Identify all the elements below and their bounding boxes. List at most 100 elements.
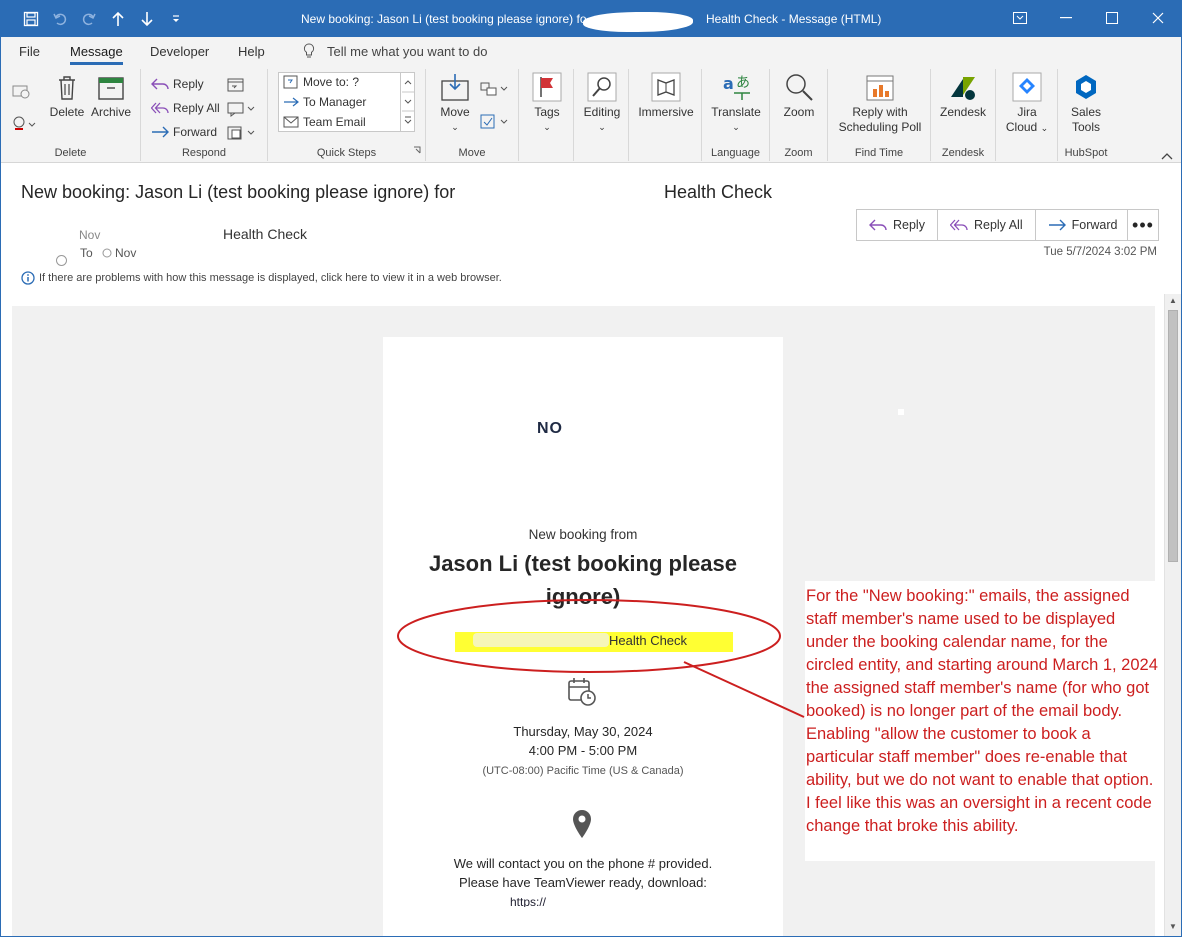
quick-step-move-to[interactable]: Move to: ?: [283, 75, 359, 89]
cleanup-icon[interactable]: [12, 115, 36, 133]
zendesk-button[interactable]: Zendesk: [937, 71, 989, 120]
undo-icon[interactable]: [49, 8, 71, 30]
search-icon: [587, 72, 617, 102]
quick-step-team-email[interactable]: Team Email: [283, 115, 366, 129]
jira-cloud-label: Cloud: [1005, 120, 1038, 134]
tab-developer[interactable]: Developer: [150, 44, 209, 59]
window-title-suffix: Health Check - Message (HTML): [706, 12, 882, 26]
immersive-label: Immersive: [638, 105, 694, 119]
reply-all-arrow-icon: [949, 219, 968, 231]
translate-button[interactable]: aあ Translate ⌄: [710, 71, 762, 135]
ignore-icon[interactable]: [12, 83, 30, 99]
rules-icon[interactable]: [480, 81, 510, 97]
move-button[interactable]: Move ⌄: [438, 71, 472, 135]
actions-icon[interactable]: [480, 114, 510, 130]
calendar-name: Health Check: [609, 633, 688, 648]
scrollbar-thumb[interactable]: [1168, 310, 1178, 562]
editing-group: Editing ⌄: [574, 69, 629, 161]
tab-message[interactable]: Message: [70, 44, 123, 65]
zoom-button[interactable]: Zoom: [780, 71, 818, 120]
save-icon[interactable]: [20, 8, 42, 30]
outlook-message-window: New booking: Jason Li (test booking plea…: [0, 0, 1182, 937]
lightbulb-icon: [303, 43, 315, 58]
forward-button-label: Forward: [1071, 218, 1118, 232]
to-recipient[interactable]: Nov: [102, 246, 136, 260]
hubspot-logo-icon: [1076, 75, 1096, 99]
forward-icon: [152, 126, 169, 138]
collapse-ribbon-icon[interactable]: [1161, 149, 1173, 163]
svg-text:a: a: [723, 74, 734, 93]
new-booking-from: New booking from: [528, 527, 638, 542]
editing-button[interactable]: Editing ⌄: [582, 71, 622, 135]
zendesk-group-label: Zendesk: [941, 147, 985, 159]
sender-name-faded: Nov: [79, 228, 101, 242]
hubspot-group: Sales Tools HubSpot: [1058, 69, 1114, 161]
quick-steps-launcher-icon[interactable]: [413, 143, 421, 157]
move-to-folder-icon: [283, 75, 298, 89]
minimize-icon[interactable]: [1043, 1, 1089, 35]
move-group: Move ⌄ Move: [426, 69, 519, 161]
sales-tools-button[interactable]: Sales Tools: [1064, 71, 1108, 135]
zendesk-group: Zendesk Zendesk: [931, 69, 996, 161]
download-link[interactable]: https://: [510, 895, 658, 907]
move-folder-icon: [441, 74, 469, 101]
booking-timezone: (UTC-08:00) Pacific Time (US & Canada): [482, 765, 684, 777]
tab-file[interactable]: File: [19, 44, 40, 59]
immersive-reader-button[interactable]: Immersive: [637, 71, 695, 120]
more-actions-button[interactable]: •••: [1127, 209, 1159, 241]
close-icon[interactable]: [1135, 1, 1181, 35]
location-pin-icon: [571, 809, 593, 842]
tell-me-text: Tell me what you want to do: [327, 43, 488, 59]
reply-button[interactable]: Reply: [856, 209, 938, 241]
reply-with-scheduling-poll-button[interactable]: Reply with Scheduling Poll: [834, 71, 926, 135]
archive-button[interactable]: Archive: [89, 71, 133, 120]
find-time-group: Reply with Scheduling Poll Find Time: [828, 69, 931, 161]
tell-me-search[interactable]: Tell me what you want to do: [303, 43, 487, 59]
booking-date: Thursday, May 30, 2024: [513, 724, 653, 739]
jira-group: Jira Cloud ⌄: [996, 69, 1058, 161]
ribbon: Delete Archive Delete Reply Reply All Fo…: [1, 65, 1181, 163]
booking-email-card: NO New booking from Jason Li (test booki…: [383, 337, 783, 936]
customize-toolbar-icon[interactable]: [165, 8, 187, 30]
move-group-label: Move: [458, 147, 486, 159]
quick-steps-scroll[interactable]: [400, 73, 414, 131]
reply-all-button[interactable]: Reply All: [936, 209, 1036, 241]
next-item-icon[interactable]: [136, 8, 158, 30]
to-manager-arrow-icon: [284, 97, 299, 107]
zendesk-logo-icon: [951, 77, 975, 100]
quick-step-to-manager[interactable]: To Manager: [283, 95, 366, 109]
delete-button[interactable]: Delete: [49, 71, 85, 120]
sender-status-dot: [56, 255, 67, 266]
flag-icon: [532, 72, 562, 102]
archive-label: Archive: [90, 105, 131, 119]
im-reply-icon[interactable]: [227, 101, 257, 117]
maximize-icon[interactable]: [1089, 1, 1135, 35]
booking-time: 4:00 PM - 5:00 PM: [528, 743, 638, 758]
delete-label: Delete: [49, 105, 85, 119]
ribbon-reply-all-button[interactable]: Reply All: [151, 101, 220, 115]
body-scrollbar[interactable]: ▲ ▼: [1164, 294, 1181, 936]
previous-item-icon[interactable]: [107, 8, 129, 30]
immersive-group: Immersive: [629, 69, 702, 161]
translate-label: Translate: [711, 105, 761, 119]
respond-group-label: Respond: [181, 147, 227, 159]
tags-button[interactable]: Tags ⌄: [529, 71, 565, 135]
tools-label: Tools: [1071, 120, 1100, 134]
tab-help[interactable]: Help: [238, 44, 265, 59]
info-bar[interactable]: If there are problems with how this mess…: [21, 271, 502, 285]
scroll-down-icon[interactable]: ▼: [1169, 922, 1177, 931]
ribbon-reply-button[interactable]: Reply: [151, 77, 204, 91]
forward-button[interactable]: Forward: [1034, 209, 1131, 241]
forward-label: Forward: [173, 125, 218, 139]
zoom-group: Zoom Zoom: [770, 69, 828, 161]
scroll-up-icon[interactable]: ▲: [1169, 296, 1177, 305]
more-respond-icon[interactable]: [227, 125, 257, 141]
meeting-reply-icon[interactable]: [227, 77, 245, 93]
reply-all-label: Reply All: [173, 101, 220, 115]
jira-cloud-button[interactable]: Jira Cloud ⌄: [1002, 71, 1052, 136]
ribbon-forward-button[interactable]: Forward: [151, 125, 217, 139]
redo-icon[interactable]: [78, 8, 100, 30]
hubspot-group-label: HubSpot: [1064, 147, 1108, 159]
reply-icon: [151, 78, 169, 90]
ribbon-display-options-icon[interactable]: [997, 1, 1043, 35]
